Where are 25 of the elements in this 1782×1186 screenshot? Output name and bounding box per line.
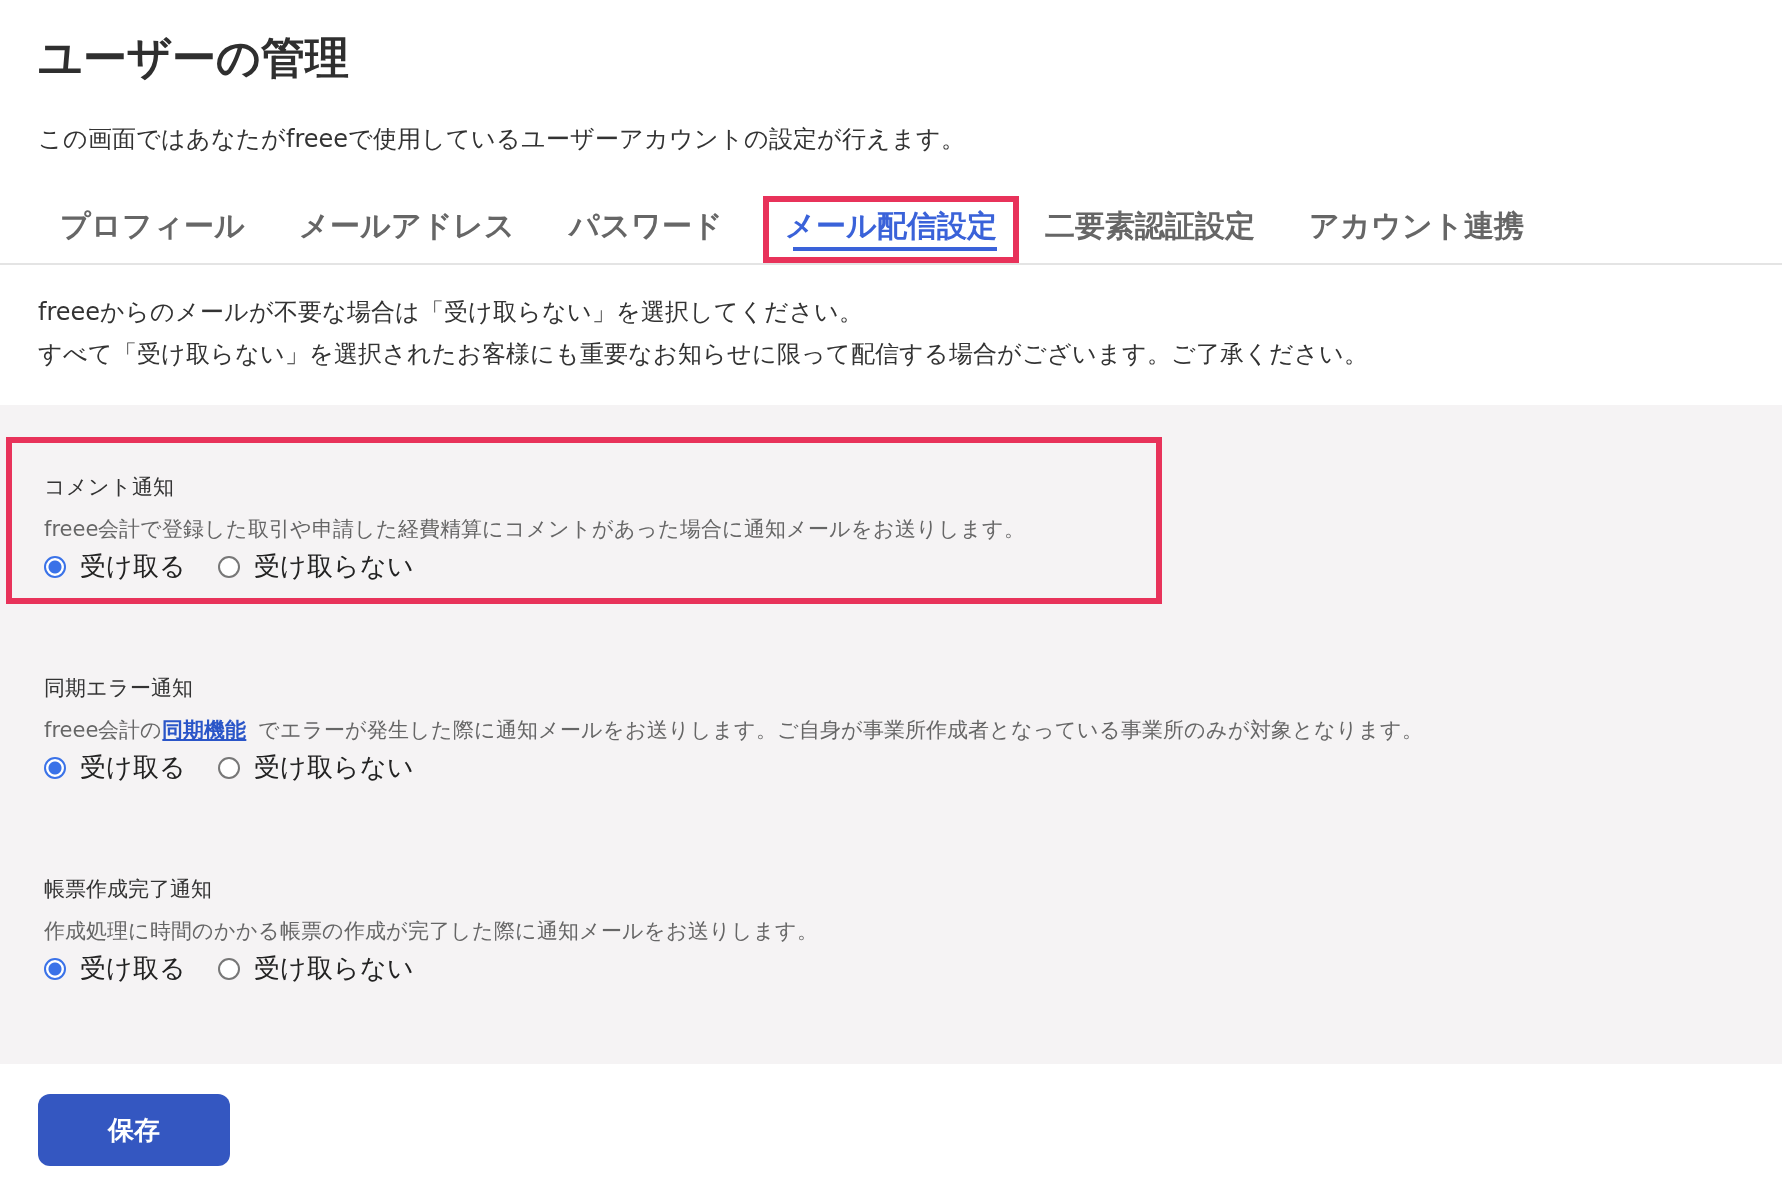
setting-description: 作成処理に時間のかかる帳票の作成が完了した際に通知メールをお送りします。 [44,918,818,946]
tab[interactable]: 二要素認証設定 [1023,196,1277,264]
feature-link[interactable]: 同期機能 [162,718,247,743]
radio-option[interactable]: 受け取らない [218,951,414,987]
setting-description: でエラーが発生した際に通知メールをお送りします。ご自身が事業所作成者となっている事業所のみが対象となります。 [258,717,1424,745]
tab[interactable]: メールアドレス [277,196,537,264]
page-title: ユーザーの管理 [37,31,350,85]
setting-description: freee会計で登録した取引や申請した経費精算にコメントがあった場合に通知メールをお送りします。 [44,516,1026,544]
radio-option[interactable]: 受け取る [44,549,186,585]
tab[interactable]: パスワード [547,196,745,264]
setting-heading: 帳票作成完了通知 [44,876,213,904]
radio-option[interactable]: 受け取らない [218,750,414,786]
intro-text: freeeからのメールが不要な場合は「受け取らない」を選択してください。 [38,297,865,329]
intro-text: すべて「受け取らない」を選択されたお客様にも重要なお知らせに限って配信する場合がございます。ご了承ください。 [38,339,1369,371]
setting-description: freee会計の同期機能 [44,717,247,745]
tab[interactable]: プロフィール [38,196,267,264]
radio-option[interactable]: 受け取る [44,951,186,987]
page-description: この画面ではあなたがfreeeで使用しているユーザーアカウントの設定が行えます。 [37,124,967,155]
tab[interactable]: アカウント連携 [1287,196,1546,264]
tab[interactable]: メール配信設定 [763,196,1019,264]
radio-option[interactable]: 受け取らない [218,549,414,585]
radio-option[interactable]: 受け取る [44,750,186,786]
setting-heading: 同期エラー通知 [44,675,194,703]
save-button[interactable]: 保存 [38,1094,230,1167]
setting-heading: コメント通知 [44,474,175,502]
